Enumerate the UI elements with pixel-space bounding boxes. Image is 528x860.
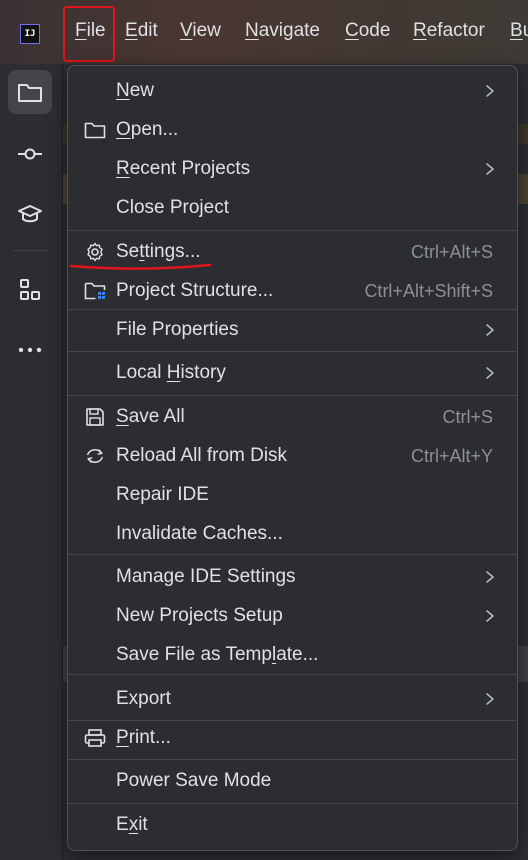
menu-item-label: Reload All from Disk xyxy=(116,445,288,466)
app-logo[interactable]: IJ xyxy=(18,22,42,46)
file-menu-dropdown: New Open... Recent Projects Close Project Se… xyxy=(67,65,518,851)
settings-annotation-underline xyxy=(69,263,212,270)
menu-item-label: Power Save Mode xyxy=(116,770,272,791)
menu-item-shortcut: Ctrl+S xyxy=(442,406,493,427)
menu-item-label: Close Project xyxy=(116,197,230,218)
menu-item-label: Open... xyxy=(116,119,179,140)
more-tool-button[interactable] xyxy=(8,328,52,372)
menu-item-label: Invalidate Caches... xyxy=(116,523,283,544)
menu-item-export[interactable]: Export xyxy=(68,680,517,718)
menu-item-label: Project Structure... xyxy=(116,280,274,301)
menu-edit[interactable]: Edit xyxy=(125,20,158,42)
menu-navigate[interactable]: Navigate xyxy=(245,20,320,42)
chevron-right-icon xyxy=(483,608,497,624)
structure-icon xyxy=(20,279,40,300)
save-icon xyxy=(84,407,106,427)
chevron-right-icon xyxy=(483,365,497,381)
menu-item-print[interactable]: Print... xyxy=(68,719,517,757)
menu-item-open[interactable]: Open... xyxy=(68,111,517,149)
menu-item-label: Local History xyxy=(116,362,226,383)
menu-item-power-save-mode[interactable]: Power Save Mode xyxy=(68,762,517,800)
menu-item-shortcut: Ctrl+Alt+S xyxy=(410,241,493,262)
app-logo-text: IJ xyxy=(24,28,36,39)
file-menu-annotation-box xyxy=(63,6,115,62)
menu-item-save-all[interactable]: Save All Ctrl+S xyxy=(68,398,517,436)
menu-item-label: Save All xyxy=(116,406,185,427)
commit-icon xyxy=(18,148,42,160)
menu-item-recent-projects[interactable]: Recent Projects xyxy=(68,150,517,188)
chevron-right-icon xyxy=(483,569,497,585)
menu-item-label: File Properties xyxy=(116,319,239,340)
menu-item-label: Repair IDE xyxy=(116,484,209,505)
menu-item-repair-ide[interactable]: Repair IDE xyxy=(68,476,517,514)
menu-item-project-structure[interactable]: Project Structure... Ctrl+Alt+Shift+S xyxy=(68,272,517,310)
graduation-cap-icon xyxy=(18,205,42,223)
menu-separator xyxy=(68,554,517,555)
reload-icon xyxy=(84,446,106,466)
menu-code[interactable]: Code xyxy=(345,20,390,42)
menu-item-shortcut: Ctrl+Alt+Shift+S xyxy=(364,280,493,301)
structure-tool-button[interactable] xyxy=(8,268,52,312)
menu-refactor[interactable]: Refactor xyxy=(413,20,485,42)
chevron-right-icon xyxy=(483,161,497,177)
menu-item-manage-ide-settings[interactable]: Manage IDE Settings xyxy=(68,558,517,596)
learn-tool-button[interactable] xyxy=(8,192,52,236)
tool-separator xyxy=(14,250,48,251)
chevron-right-icon xyxy=(483,322,497,338)
menu-item-new[interactable]: New xyxy=(68,72,517,110)
menu-separator xyxy=(68,395,517,396)
menu-item-shortcut: Ctrl+Alt+Y xyxy=(410,445,493,466)
menu-item-save-file-as-template[interactable]: Save File as Template... xyxy=(68,636,517,674)
more-icon xyxy=(18,347,42,353)
printer-icon xyxy=(84,728,106,748)
menu-item-exit[interactable]: Exit xyxy=(68,806,517,844)
menu-item-close-project[interactable]: Close Project xyxy=(68,189,517,227)
menu-bu[interactable]: Bu xyxy=(510,20,528,42)
menu-item-file-properties[interactable]: File Properties xyxy=(68,311,517,349)
menu-item-invalidate-caches[interactable]: Invalidate Caches... xyxy=(68,515,517,553)
menu-separator xyxy=(68,351,517,352)
folder-icon xyxy=(18,84,42,102)
project-structure-icon xyxy=(84,281,106,301)
tool-window-strip xyxy=(0,64,63,860)
menu-item-label: Export xyxy=(116,688,171,709)
menu-view[interactable]: View xyxy=(180,20,221,42)
menu-separator xyxy=(68,759,517,760)
menu-item-label: New xyxy=(116,80,155,101)
menu-bar: IJ File Edit View Navigate Code Refactor Bu xyxy=(0,0,528,64)
menu-item-new-projects-setup[interactable]: New Projects Setup xyxy=(68,597,517,635)
menu-item-local-history[interactable]: Local History xyxy=(68,354,517,392)
menu-item-label: Save File as Template... xyxy=(116,644,319,665)
menu-separator xyxy=(68,803,517,804)
chevron-right-icon xyxy=(483,691,497,707)
folder-icon xyxy=(84,120,106,140)
menu-item-label: Recent Projects xyxy=(116,158,251,179)
menu-item-label: Manage IDE Settings xyxy=(116,566,296,587)
menu-separator xyxy=(68,230,517,231)
menu-item-label: Print... xyxy=(116,727,171,748)
menu-item-reload-all-from-disk[interactable]: Reload All from Disk Ctrl+Alt+Y xyxy=(68,437,517,475)
menu-separator xyxy=(68,674,517,675)
commit-tool-button[interactable] xyxy=(8,132,52,176)
project-tool-button[interactable] xyxy=(8,70,52,114)
menu-item-label: Exit xyxy=(116,814,148,835)
menu-item-label: New Projects Setup xyxy=(116,605,283,626)
chevron-right-icon xyxy=(483,83,497,99)
